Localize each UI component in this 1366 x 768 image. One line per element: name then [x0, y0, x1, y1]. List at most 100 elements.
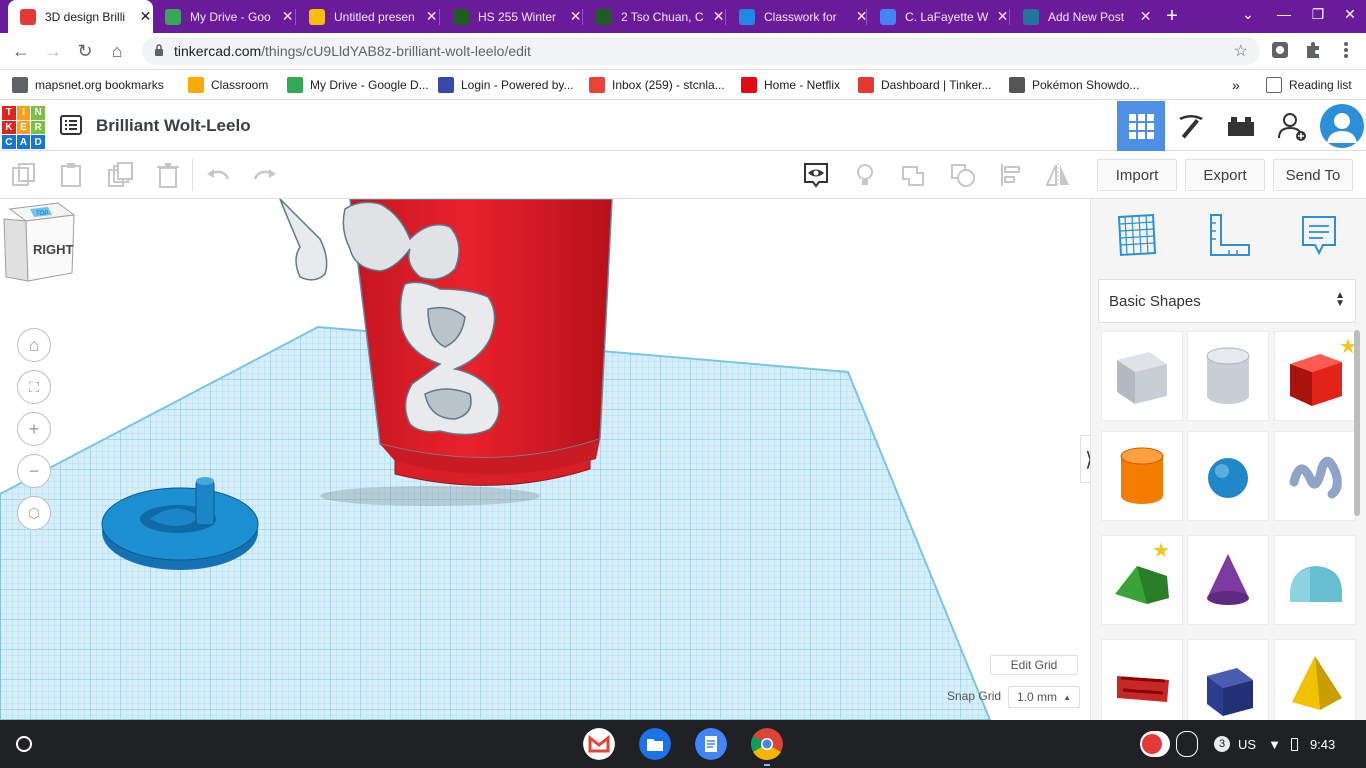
send-to-button[interactable]: Send To — [1273, 159, 1353, 191]
fit-view-button[interactable]: ⛶ — [17, 370, 51, 404]
more-bookmarks-button[interactable]: » — [1232, 76, 1240, 94]
reading-list-button[interactable]: Reading list — [1266, 76, 1352, 94]
design-menu-icon[interactable] — [60, 114, 82, 136]
puzzle-icon[interactable] — [1303, 40, 1323, 60]
shape-round-roof[interactable] — [1274, 535, 1356, 625]
chrome-icon[interactable] — [751, 728, 783, 760]
close-tab-icon[interactable]: ✕ — [138, 8, 153, 25]
import-button[interactable]: Import — [1097, 159, 1177, 191]
reload-icon[interactable]: ↻ — [74, 40, 96, 62]
status-tray[interactable]: 3 US ▼ 9:43 — [1140, 728, 1362, 760]
workplane-canvas[interactable]: RIGHT TOP ⌂ ⛶ + − ⬡ Edit Grid Snap Grid … — [0, 199, 1090, 720]
shape-cylinder[interactable] — [1101, 431, 1183, 521]
shape-scribble[interactable] — [1274, 431, 1356, 521]
collapse-panel-button[interactable]: ⟩ — [1080, 435, 1090, 483]
zoom-out-button[interactable]: − — [17, 454, 51, 488]
bookmark-item[interactable]: Home - Netflix — [741, 76, 840, 94]
mirror-icon[interactable] — [1044, 161, 1072, 189]
3d-design-view-button[interactable] — [1117, 101, 1165, 151]
shape-cone[interactable] — [1187, 535, 1269, 625]
shape-text[interactable] — [1101, 639, 1183, 720]
workplane-icon[interactable] — [1113, 213, 1157, 257]
bookmark-star-icon[interactable]: ☆ — [1234, 41, 1248, 61]
close-tab-icon[interactable]: ✕ — [424, 8, 439, 25]
gmail-icon[interactable] — [583, 728, 615, 760]
minecraft-view-button[interactable] — [1167, 101, 1215, 151]
browser-tab[interactable]: C. LaFayette W ✕ — [868, 0, 1010, 33]
close-tab-icon[interactable]: ✕ — [568, 8, 583, 25]
shape-roof[interactable]: ★ — [1101, 535, 1183, 625]
redo-icon[interactable] — [251, 161, 279, 189]
netflix-icon — [741, 77, 757, 93]
paste-icon[interactable] — [57, 161, 85, 189]
bookmark-item[interactable]: My Drive - Google D... — [287, 76, 429, 94]
n-favicon — [453, 8, 469, 25]
zoom-in-button[interactable]: + — [17, 412, 51, 446]
more-menu-icon[interactable] — [1336, 40, 1356, 60]
3d-scene[interactable] — [0, 199, 1090, 720]
browser-tab[interactable]: Untitled presen ✕ — [297, 0, 439, 33]
edit-grid-button[interactable]: Edit Grid — [990, 655, 1078, 675]
browser-tab[interactable]: Add New Post ✕ — [1011, 0, 1153, 33]
copy-icon[interactable] — [10, 161, 38, 189]
browser-tab[interactable]: 3D design Brilli ✕ — [8, 0, 153, 33]
notes-icon[interactable] — [1297, 213, 1341, 257]
browser-tab[interactable]: HS 255 Winter ✕ — [441, 0, 583, 33]
export-button[interactable]: Export — [1185, 159, 1265, 191]
tab-search-icon[interactable]: ⌄ — [1238, 6, 1258, 23]
delete-icon[interactable] — [154, 161, 182, 189]
shape-box[interactable]: ★ — [1274, 331, 1357, 421]
home-view-button[interactable]: ⌂ — [17, 328, 51, 362]
perspective-button[interactable]: ⬡ — [17, 496, 51, 530]
close-window-icon[interactable]: ✕ — [1340, 6, 1360, 23]
profile-button[interactable] — [1318, 101, 1366, 151]
bookmark-item[interactable]: mapsnet.org bookmarks — [12, 76, 164, 94]
files-icon[interactable] — [639, 728, 671, 760]
home-icon[interactable]: ⌂ — [106, 40, 128, 62]
bookmark-item[interactable]: Inbox (259) - stcnla... — [589, 76, 725, 94]
minimize-icon[interactable]: — — [1274, 6, 1294, 22]
shape-pyramid[interactable] — [1274, 639, 1356, 720]
bookmark-item[interactable]: Classroom — [188, 76, 268, 94]
bookmark-item[interactable]: Pokémon Showdo... — [1009, 76, 1139, 94]
docs-icon[interactable] — [695, 728, 727, 760]
shape-prism[interactable] — [1187, 639, 1269, 720]
extension-icon[interactable] — [1270, 40, 1290, 60]
close-tab-icon[interactable]: ✕ — [280, 8, 295, 25]
browser-tab[interactable]: Classwork for ✕ — [727, 0, 869, 33]
duplicate-icon[interactable] — [106, 161, 134, 189]
view-cube[interactable]: RIGHT TOP — [0, 199, 78, 287]
close-tab-icon[interactable]: ✕ — [711, 8, 726, 25]
bookmark-item[interactable]: Login - Powered by... — [438, 76, 574, 94]
browser-tab[interactable]: My Drive - Goo ✕ — [153, 0, 295, 33]
ruler-icon[interactable] — [1207, 213, 1251, 257]
shape-category-select[interactable]: Basic Shapes ▲ ▼ — [1098, 279, 1356, 323]
shape-sphere[interactable] — [1187, 431, 1269, 521]
design-title[interactable]: Brilliant Wolt-Leelo — [96, 116, 251, 136]
forward-icon[interactable]: → — [42, 40, 64, 62]
tinkercad-logo[interactable]: TIN KER CAD — [2, 106, 45, 149]
new-tab-button[interactable]: + — [1160, 4, 1184, 28]
bookmark-item[interactable]: Dashboard | Tinker... — [858, 76, 992, 94]
close-tab-icon[interactable]: ✕ — [995, 8, 1010, 25]
folder-icon — [12, 77, 28, 93]
bricks-view-button[interactable] — [1217, 101, 1265, 151]
ungroup-icon[interactable] — [949, 161, 977, 189]
shapes-scrollbar[interactable] — [1354, 330, 1360, 516]
login-icon — [438, 77, 454, 93]
restore-icon[interactable]: ❐ — [1308, 6, 1328, 23]
invite-user-button[interactable] — [1268, 101, 1316, 151]
notes-eye-icon[interactable] — [802, 161, 830, 189]
undo-icon[interactable] — [204, 161, 232, 189]
launcher-icon[interactable] — [16, 736, 32, 752]
shape-box-hole[interactable] — [1101, 331, 1183, 421]
lightbulb-icon[interactable] — [851, 161, 879, 189]
snap-grid-select[interactable]: 1.0 mm ▲ — [1008, 686, 1080, 708]
shape-cylinder-hole[interactable] — [1187, 331, 1269, 421]
url-input[interactable]: tinkercad.com/things/cU9LldYAB8z-brillia… — [142, 37, 1260, 65]
align-icon[interactable] — [998, 161, 1026, 189]
back-icon[interactable]: ← — [10, 40, 32, 62]
browser-tab[interactable]: 2 Tso Chuan, C ✕ — [584, 0, 726, 33]
group-icon[interactable] — [900, 161, 928, 189]
close-tab-icon[interactable]: ✕ — [1138, 8, 1153, 25]
